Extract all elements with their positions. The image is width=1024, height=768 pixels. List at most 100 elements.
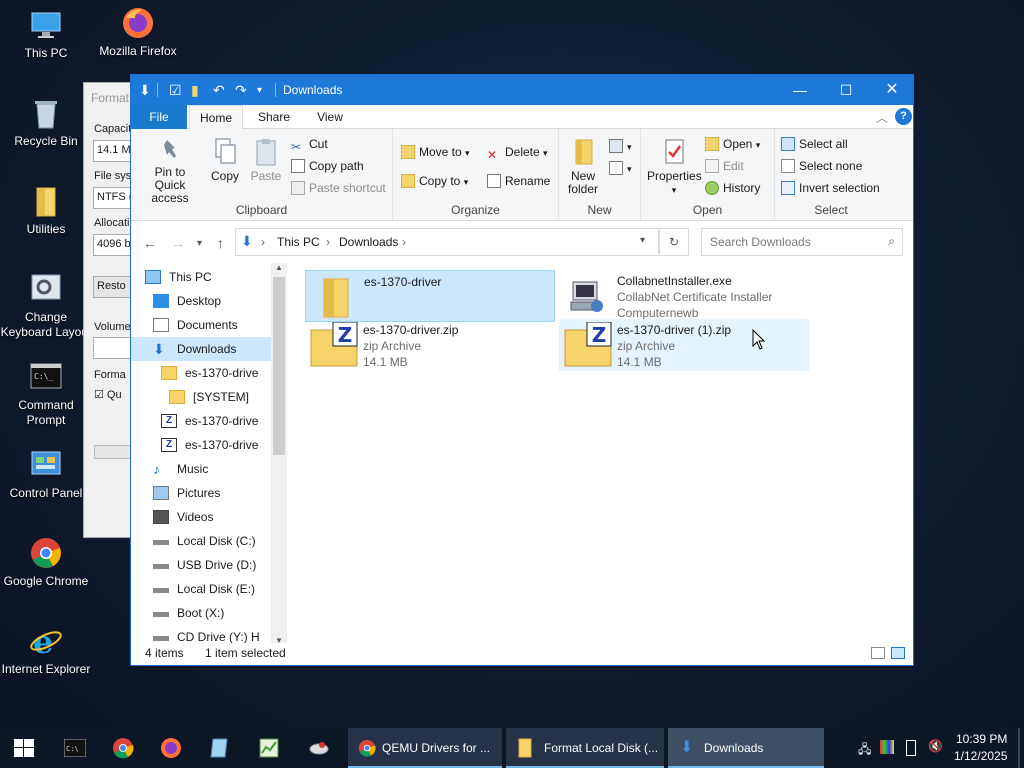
breadcrumb-this-pc[interactable]: This PC bbox=[277, 235, 320, 249]
up-icon[interactable]: ↑ bbox=[217, 235, 224, 251]
search-input[interactable]: Search Downloads ⌕ bbox=[701, 228, 903, 256]
tab-file[interactable]: File bbox=[131, 105, 187, 129]
display-icon[interactable] bbox=[880, 740, 894, 754]
desktop-icon-google-chrome[interactable]: Google Chrome bbox=[0, 536, 92, 589]
address-box[interactable]: ⬇ › This PC › Downloads › ▾ bbox=[235, 228, 659, 256]
taskbar-task-format-local-disk[interactable]: Format Local Disk (... bbox=[506, 728, 664, 768]
invert-selection-button[interactable]: Invert selection bbox=[781, 181, 880, 195]
taskbar-firefox[interactable] bbox=[148, 728, 194, 768]
scroll-up-icon[interactable]: ▲ bbox=[275, 263, 283, 272]
taskbar-notepad[interactable] bbox=[196, 728, 242, 768]
edit-button[interactable]: Edit bbox=[705, 159, 744, 173]
show-desktop-button[interactable] bbox=[1018, 728, 1020, 768]
nav-item-es-1370-driver-zip[interactable]: Zes-1370-drive bbox=[131, 409, 271, 433]
usb-eject-icon[interactable] bbox=[906, 740, 916, 756]
nav-item-system[interactable]: [SYSTEM] bbox=[131, 385, 271, 409]
details-view-icon[interactable] bbox=[871, 647, 885, 659]
clock-time[interactable]: 10:39 PM bbox=[956, 732, 1007, 746]
new-folder-button[interactable]: New folder bbox=[565, 137, 601, 196]
select-none-button[interactable]: Select none bbox=[781, 159, 862, 173]
pin-quick-access-button[interactable]: Pin to Quick access bbox=[137, 137, 203, 205]
nav-item-cd-drive-y[interactable]: CD Drive (Y:) H bbox=[131, 625, 271, 645]
forward-icon[interactable]: → bbox=[171, 235, 185, 251]
start-button[interactable] bbox=[0, 728, 46, 768]
paste-shortcut-button[interactable]: Paste shortcut bbox=[291, 181, 386, 195]
network-icon[interactable]: 🖧 bbox=[858, 740, 871, 761]
taskbar-chrome[interactable] bbox=[100, 728, 146, 768]
nav-item-local-disk-e[interactable]: Local Disk (E:) bbox=[131, 577, 271, 601]
desktop-icon-firefox[interactable]: Mozilla Firefox bbox=[92, 6, 184, 59]
taskbar-remote-app[interactable] bbox=[296, 728, 342, 768]
address-dropdown-icon[interactable]: ▾ bbox=[640, 235, 645, 246]
breadcrumb-downloads[interactable]: Downloads bbox=[339, 235, 398, 249]
collapse-ribbon-icon[interactable]: ︿ bbox=[876, 109, 888, 126]
file-item-es-1370-driver-1-zip[interactable]: Z es-1370-driver (1).zip zip Archive 14.… bbox=[559, 319, 809, 371]
delete-button[interactable]: ✕ Delete ▾ bbox=[487, 145, 548, 162]
easy-access-button[interactable]: ▾ bbox=[609, 161, 632, 175]
paste-button[interactable]: Paste bbox=[247, 137, 285, 183]
taskbar-task-downloads[interactable]: ⬇ Downloads bbox=[668, 728, 824, 768]
nav-item-music[interactable]: ♪ Music bbox=[131, 457, 271, 481]
explorer-window[interactable]: ⬇ ☑ ▮ ↶ ↷ ▾ Downloads — ☐ ✕ File Home Sh… bbox=[130, 74, 914, 666]
nav-item-documents[interactable]: Documents bbox=[131, 313, 271, 337]
new-item-button[interactable]: ▾ bbox=[609, 139, 632, 153]
nav-scrollbar[interactable]: ▲ ▼ bbox=[271, 263, 287, 645]
nav-item-es-1370-driver-1-zip[interactable]: Zes-1370-drive bbox=[131, 433, 271, 457]
scrollbar-thumb[interactable] bbox=[273, 277, 285, 455]
nav-item-downloads[interactable]: ⬇ Downloads bbox=[131, 337, 271, 361]
taskbar-command-prompt[interactable]: C:\ bbox=[52, 728, 98, 768]
properties-quick-icon[interactable]: ☑ bbox=[169, 82, 182, 99]
file-item-es-1370-driver-zip[interactable]: Z es-1370-driver.zip zip Archive 14.1 MB bbox=[305, 319, 555, 371]
back-icon[interactable]: ← bbox=[143, 235, 157, 251]
nav-item-local-disk-c[interactable]: Local Disk (C:) bbox=[131, 529, 271, 553]
desktop-icon-control-panel[interactable]: Control Panel bbox=[0, 448, 92, 501]
file-item-collabnetinstaller[interactable]: CollabnetInstaller.exe CollabNet Certifi… bbox=[559, 270, 809, 322]
volume-muted-icon[interactable]: 🔇 bbox=[928, 739, 943, 753]
open-button[interactable]: Open ▾ bbox=[705, 137, 760, 151]
desktop-icon-this-pc[interactable]: This PC bbox=[0, 8, 92, 61]
nav-item-usb-drive-d[interactable]: USB Drive (D:) bbox=[131, 553, 271, 577]
taskbar-task-manager[interactable] bbox=[246, 728, 292, 768]
taskbar-task-qemu-drivers[interactable]: QEMU Drivers for ... bbox=[348, 728, 502, 768]
tab-home[interactable]: Home bbox=[189, 105, 243, 130]
tab-view[interactable]: View bbox=[303, 105, 357, 129]
desktop-icon-change-keyboard-layout[interactable]: Change Keyboard Layout bbox=[0, 272, 92, 340]
copy-button[interactable]: Copy bbox=[207, 137, 243, 183]
maximize-button[interactable]: ☐ bbox=[823, 75, 869, 105]
select-all-button[interactable]: Select all bbox=[781, 137, 848, 151]
desktop-icon-command-prompt[interactable]: C:\_ Command Prompt bbox=[0, 360, 92, 428]
nav-item-pictures[interactable]: Pictures bbox=[131, 481, 271, 505]
tab-share[interactable]: Share bbox=[247, 105, 301, 129]
close-button[interactable]: ✕ bbox=[869, 75, 915, 105]
recent-locations-icon[interactable]: ▾ bbox=[197, 238, 202, 249]
move-to-button[interactable]: Move to ▾ bbox=[401, 145, 470, 159]
nav-item-this-pc[interactable]: This PC bbox=[131, 265, 271, 289]
desktop-icon-utilities[interactable]: Utilities bbox=[0, 184, 92, 237]
file-item-es-1370-driver[interactable]: es-1370-driver bbox=[305, 270, 555, 322]
customize-toolbar-icon[interactable]: ▾ bbox=[257, 85, 262, 96]
clock-date[interactable]: 1/12/2025 bbox=[954, 749, 1007, 763]
large-icons-view-icon[interactable] bbox=[891, 647, 905, 659]
move-to-icon bbox=[401, 145, 415, 159]
title-bar[interactable]: ⬇ ☑ ▮ ↶ ↷ ▾ Downloads — ☐ ✕ bbox=[131, 75, 913, 105]
desktop-icon-internet-explorer[interactable]: e Internet Explorer bbox=[0, 623, 92, 677]
cut-button[interactable]: ✂ Cut bbox=[291, 137, 328, 154]
recycle-bin-icon bbox=[29, 96, 63, 130]
nav-item-es-1370-driver-folder[interactable]: es-1370-drive bbox=[131, 361, 271, 385]
help-icon[interactable]: ? bbox=[895, 108, 912, 125]
new-folder-quick-icon[interactable]: ▮ bbox=[191, 82, 199, 99]
history-button[interactable]: History bbox=[705, 181, 760, 195]
nav-item-videos[interactable]: Videos bbox=[131, 505, 271, 529]
copy-to-button[interactable]: Copy to ▾ bbox=[401, 174, 468, 188]
redo-icon[interactable]: ↷ bbox=[235, 82, 247, 99]
nav-item-desktop[interactable]: Desktop bbox=[131, 289, 271, 313]
refresh-button[interactable]: ↻ bbox=[659, 228, 689, 256]
undo-icon[interactable]: ↶ bbox=[213, 82, 225, 99]
desktop-icon-recycle-bin[interactable]: Recycle Bin bbox=[0, 96, 92, 149]
rename-button[interactable]: Rename bbox=[487, 174, 550, 188]
copy-path-button[interactable]: Copy path bbox=[291, 159, 364, 173]
minimize-button[interactable]: — bbox=[777, 75, 823, 105]
quick-format-checkbox[interactable]: ☑ Qu bbox=[94, 388, 122, 401]
nav-item-boot-x[interactable]: Boot (X:) bbox=[131, 601, 271, 625]
properties-button[interactable]: Properties ▾ bbox=[647, 137, 702, 197]
